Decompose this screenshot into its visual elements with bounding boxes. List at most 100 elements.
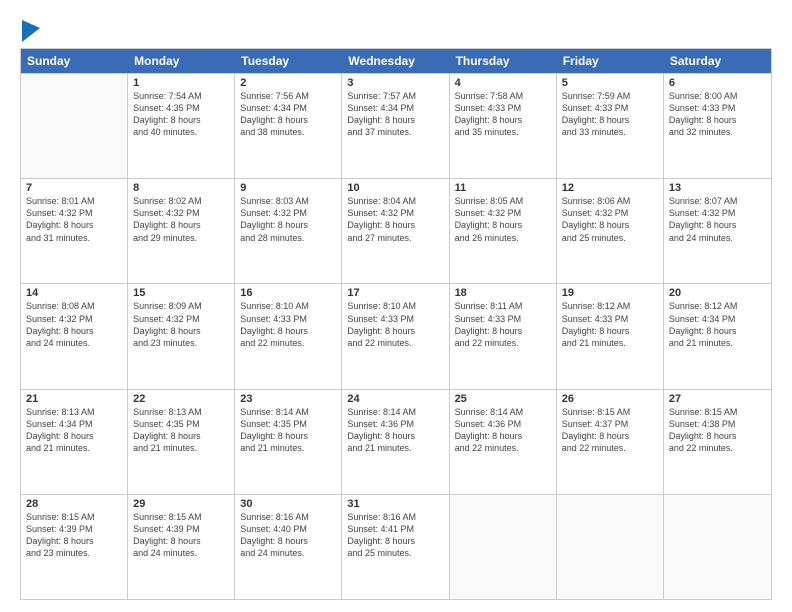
day-number: 18 (455, 287, 551, 299)
cell-info: Sunrise: 8:04 AMSunset: 4:32 PMDaylight:… (347, 195, 443, 244)
calendar-cell: 13Sunrise: 8:07 AMSunset: 4:32 PMDayligh… (664, 179, 771, 283)
day-number: 30 (240, 498, 336, 510)
cell-info: Sunrise: 8:01 AMSunset: 4:32 PMDaylight:… (26, 195, 122, 244)
cell-info: Sunrise: 8:09 AMSunset: 4:32 PMDaylight:… (133, 300, 229, 349)
calendar-cell: 24Sunrise: 8:14 AMSunset: 4:36 PMDayligh… (342, 390, 449, 494)
calendar-cell (557, 495, 664, 599)
logo-icon (22, 20, 40, 42)
cell-info: Sunrise: 8:12 AMSunset: 4:34 PMDaylight:… (669, 300, 766, 349)
day-number: 28 (26, 498, 122, 510)
header-day: Friday (557, 49, 664, 73)
day-number: 31 (347, 498, 443, 510)
cell-info: Sunrise: 8:14 AMSunset: 4:36 PMDaylight:… (455, 406, 551, 455)
day-number: 9 (240, 182, 336, 194)
calendar-cell: 15Sunrise: 8:09 AMSunset: 4:32 PMDayligh… (128, 284, 235, 388)
cell-info: Sunrise: 8:14 AMSunset: 4:35 PMDaylight:… (240, 406, 336, 455)
calendar-cell: 9Sunrise: 8:03 AMSunset: 4:32 PMDaylight… (235, 179, 342, 283)
calendar-cell: 26Sunrise: 8:15 AMSunset: 4:37 PMDayligh… (557, 390, 664, 494)
calendar-cell: 8Sunrise: 8:02 AMSunset: 4:32 PMDaylight… (128, 179, 235, 283)
calendar-cell: 27Sunrise: 8:15 AMSunset: 4:38 PMDayligh… (664, 390, 771, 494)
calendar-cell: 7Sunrise: 8:01 AMSunset: 4:32 PMDaylight… (21, 179, 128, 283)
calendar-cell: 6Sunrise: 8:00 AMSunset: 4:33 PMDaylight… (664, 74, 771, 178)
day-number: 26 (562, 393, 658, 405)
calendar-cell: 19Sunrise: 8:12 AMSunset: 4:33 PMDayligh… (557, 284, 664, 388)
day-number: 29 (133, 498, 229, 510)
calendar-row: 7Sunrise: 8:01 AMSunset: 4:32 PMDaylight… (21, 178, 771, 283)
day-number: 3 (347, 77, 443, 89)
cell-info: Sunrise: 8:03 AMSunset: 4:32 PMDaylight:… (240, 195, 336, 244)
day-number: 20 (669, 287, 766, 299)
calendar-cell (664, 495, 771, 599)
cell-info: Sunrise: 7:57 AMSunset: 4:34 PMDaylight:… (347, 90, 443, 139)
calendar-cell: 11Sunrise: 8:05 AMSunset: 4:32 PMDayligh… (450, 179, 557, 283)
cell-info: Sunrise: 8:15 AMSunset: 4:39 PMDaylight:… (26, 511, 122, 560)
page: SundayMondayTuesdayWednesdayThursdayFrid… (0, 0, 792, 612)
day-number: 15 (133, 287, 229, 299)
day-number: 12 (562, 182, 658, 194)
calendar-cell: 5Sunrise: 7:59 AMSunset: 4:33 PMDaylight… (557, 74, 664, 178)
cell-info: Sunrise: 7:59 AMSunset: 4:33 PMDaylight:… (562, 90, 658, 139)
cell-info: Sunrise: 8:15 AMSunset: 4:39 PMDaylight:… (133, 511, 229, 560)
cell-info: Sunrise: 8:10 AMSunset: 4:33 PMDaylight:… (347, 300, 443, 349)
day-number: 25 (455, 393, 551, 405)
calendar-cell: 21Sunrise: 8:13 AMSunset: 4:34 PMDayligh… (21, 390, 128, 494)
calendar-cell (21, 74, 128, 178)
cell-info: Sunrise: 8:13 AMSunset: 4:34 PMDaylight:… (26, 406, 122, 455)
cell-info: Sunrise: 8:14 AMSunset: 4:36 PMDaylight:… (347, 406, 443, 455)
header-day: Thursday (450, 49, 557, 73)
cell-info: Sunrise: 8:11 AMSunset: 4:33 PMDaylight:… (455, 300, 551, 349)
calendar-cell: 20Sunrise: 8:12 AMSunset: 4:34 PMDayligh… (664, 284, 771, 388)
day-number: 10 (347, 182, 443, 194)
day-number: 13 (669, 182, 766, 194)
calendar-row: 1Sunrise: 7:54 AMSunset: 4:35 PMDaylight… (21, 73, 771, 178)
header-day: Wednesday (342, 49, 449, 73)
day-number: 22 (133, 393, 229, 405)
calendar-cell: 17Sunrise: 8:10 AMSunset: 4:33 PMDayligh… (342, 284, 449, 388)
day-number: 21 (26, 393, 122, 405)
day-number: 16 (240, 287, 336, 299)
day-number: 23 (240, 393, 336, 405)
cell-info: Sunrise: 8:00 AMSunset: 4:33 PMDaylight:… (669, 90, 766, 139)
calendar-row: 14Sunrise: 8:08 AMSunset: 4:32 PMDayligh… (21, 283, 771, 388)
header-day: Monday (128, 49, 235, 73)
cell-info: Sunrise: 8:10 AMSunset: 4:33 PMDaylight:… (240, 300, 336, 349)
header (20, 16, 772, 40)
calendar-cell: 10Sunrise: 8:04 AMSunset: 4:32 PMDayligh… (342, 179, 449, 283)
calendar-cell: 23Sunrise: 8:14 AMSunset: 4:35 PMDayligh… (235, 390, 342, 494)
day-number: 27 (669, 393, 766, 405)
cell-info: Sunrise: 8:13 AMSunset: 4:35 PMDaylight:… (133, 406, 229, 455)
calendar-cell: 1Sunrise: 7:54 AMSunset: 4:35 PMDaylight… (128, 74, 235, 178)
cell-info: Sunrise: 8:06 AMSunset: 4:32 PMDaylight:… (562, 195, 658, 244)
day-number: 17 (347, 287, 443, 299)
cell-info: Sunrise: 8:05 AMSunset: 4:32 PMDaylight:… (455, 195, 551, 244)
calendar-row: 21Sunrise: 8:13 AMSunset: 4:34 PMDayligh… (21, 389, 771, 494)
calendar-body: 1Sunrise: 7:54 AMSunset: 4:35 PMDaylight… (21, 73, 771, 599)
calendar-cell: 25Sunrise: 8:14 AMSunset: 4:36 PMDayligh… (450, 390, 557, 494)
calendar-cell: 30Sunrise: 8:16 AMSunset: 4:40 PMDayligh… (235, 495, 342, 599)
calendar-cell: 22Sunrise: 8:13 AMSunset: 4:35 PMDayligh… (128, 390, 235, 494)
cell-info: Sunrise: 8:15 AMSunset: 4:38 PMDaylight:… (669, 406, 766, 455)
calendar-cell: 12Sunrise: 8:06 AMSunset: 4:32 PMDayligh… (557, 179, 664, 283)
cell-info: Sunrise: 8:16 AMSunset: 4:41 PMDaylight:… (347, 511, 443, 560)
day-number: 19 (562, 287, 658, 299)
calendar-cell: 16Sunrise: 8:10 AMSunset: 4:33 PMDayligh… (235, 284, 342, 388)
calendar-cell: 3Sunrise: 7:57 AMSunset: 4:34 PMDaylight… (342, 74, 449, 178)
day-number: 24 (347, 393, 443, 405)
header-day: Saturday (664, 49, 771, 73)
cell-info: Sunrise: 8:16 AMSunset: 4:40 PMDaylight:… (240, 511, 336, 560)
cell-info: Sunrise: 7:56 AMSunset: 4:34 PMDaylight:… (240, 90, 336, 139)
calendar-row: 28Sunrise: 8:15 AMSunset: 4:39 PMDayligh… (21, 494, 771, 599)
cell-info: Sunrise: 7:54 AMSunset: 4:35 PMDaylight:… (133, 90, 229, 139)
cell-info: Sunrise: 8:15 AMSunset: 4:37 PMDaylight:… (562, 406, 658, 455)
day-number: 4 (455, 77, 551, 89)
cell-info: Sunrise: 8:12 AMSunset: 4:33 PMDaylight:… (562, 300, 658, 349)
day-number: 8 (133, 182, 229, 194)
calendar-cell: 29Sunrise: 8:15 AMSunset: 4:39 PMDayligh… (128, 495, 235, 599)
calendar-cell: 4Sunrise: 7:58 AMSunset: 4:33 PMDaylight… (450, 74, 557, 178)
day-number: 11 (455, 182, 551, 194)
calendar-cell: 2Sunrise: 7:56 AMSunset: 4:34 PMDaylight… (235, 74, 342, 178)
calendar-cell: 14Sunrise: 8:08 AMSunset: 4:32 PMDayligh… (21, 284, 128, 388)
cell-info: Sunrise: 8:08 AMSunset: 4:32 PMDaylight:… (26, 300, 122, 349)
day-number: 5 (562, 77, 658, 89)
logo (20, 20, 40, 40)
